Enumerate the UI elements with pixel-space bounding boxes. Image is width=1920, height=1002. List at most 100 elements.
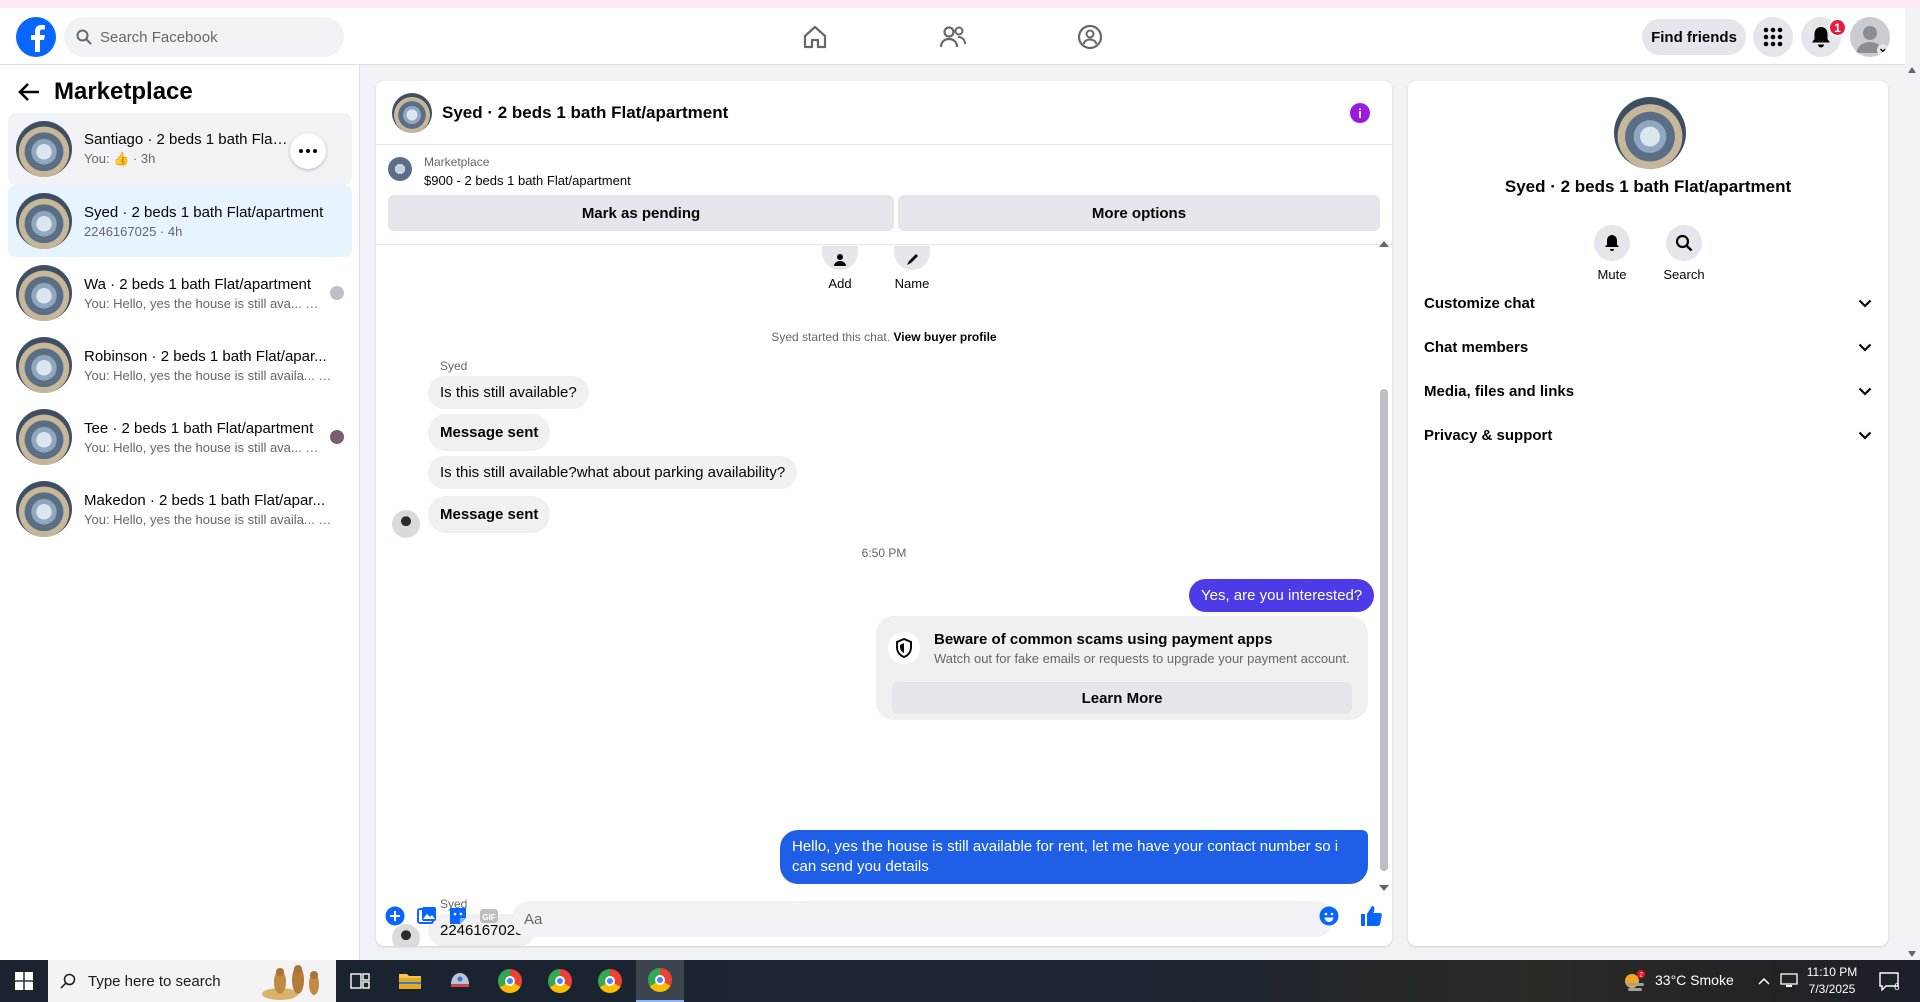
conversation-name: Wa · 2 beds 1 bath Flat/apartment [84,275,312,293]
chrome-profile-3-icon[interactable] [586,960,634,1002]
mark-as-pending-button[interactable]: Mark as pending [388,195,894,231]
nickname-action[interactable]: Name [882,246,942,291]
conversation-item-tee[interactable]: Tee · 2 beds 1 bath Flat/apartment You: … [8,401,352,473]
chat-members-row[interactable]: Chat members [1416,325,1880,369]
back-arrow-icon[interactable] [18,82,40,102]
network-icon[interactable] [1780,973,1798,989]
chrome-profile-m-icon[interactable] [486,960,534,1002]
plus-circle-icon[interactable] [384,905,406,927]
photo-gallery-icon[interactable] [416,905,438,927]
windows-start-icon[interactable] [0,960,48,1002]
conversation-preview: You: Hello, yes the house is still ava..… [84,439,322,455]
conversation-preview: 2246167025 · 4h [84,223,183,239]
facebook-search[interactable] [64,17,344,57]
message-timestamp: 6:50 PM [861,546,907,560]
search-in-chat-action[interactable]: Search [1654,225,1714,282]
weather-text[interactable]: 33°C Smoke [1655,972,1734,988]
emoji-icon[interactable] [1318,905,1340,927]
incoming-message[interactable]: Is this still available?what about parki… [428,456,798,489]
message-composer: GIF [376,889,1392,945]
incoming-message-sent-card[interactable]: Message sent [428,414,551,451]
conversation-item-syed[interactable]: Syed · 2 beds 1 bath Flat/apartment 2246… [8,185,352,257]
chevron-down-icon [1858,387,1872,396]
chat-details-panel: Syed · 2 beds 1 bath Flat/apartment Mute… [1408,81,1888,946]
pencil-icon [907,254,918,265]
listing-thumbnail [16,193,72,249]
sidebar-title: Marketplace [54,78,193,105]
scam-warning-description: Watch out for fake emails or requests to… [934,651,1350,666]
chrome-active-window-icon[interactable] [636,960,684,1002]
thread-scrollbar[interactable] [1378,241,1389,891]
chat-header: Syed · 2 beds 1 bath Flat/apartment i [376,81,1392,145]
weather-icon: 2 [1625,970,1645,991]
facebook-search-input[interactable] [100,28,320,46]
details-title: Syed · 2 beds 1 bath Flat/apartment [1504,177,1792,196]
shield-icon [888,632,920,664]
conversation-preview: You: Hello, yes the house is still avail… [84,511,334,527]
file-explorer-icon[interactable] [386,960,434,1002]
app-helmet-icon[interactable] [436,960,484,1002]
windows-taskbar: 2 33°C Smoke 11:10 PM 7/3/2025 6 [0,960,1920,1002]
conversation-item-robinson[interactable]: Robinson · 2 beds 1 bath Flat/apar... Yo… [8,329,352,401]
bell-icon [1605,235,1619,251]
top-navigation-bar: Find friends 1 [0,8,1905,65]
find-friends-button[interactable]: Find friends [1642,19,1746,55]
like-thumb-icon[interactable] [1358,903,1384,929]
listing-profile-thumbnail[interactable] [1614,97,1686,169]
scrollbar-thumb[interactable] [1380,389,1388,871]
chevron-down-icon [1858,299,1872,308]
search-icon [76,29,92,45]
sender-name: Syed [440,359,468,373]
listing-price[interactable]: $900 - 2 beds 1 bath Flat/apartment [424,173,631,188]
privacy-support-row[interactable]: Privacy & support [1416,413,1880,457]
conversation-item-wa[interactable]: Wa · 2 beds 1 bath Flat/apartment You: H… [8,257,352,329]
menu-grid-icon[interactable] [1753,17,1793,57]
scam-warning-title: Beware of common scams using payment app… [934,631,1273,648]
incoming-message[interactable]: Is this still available? [428,376,589,409]
task-view-icon[interactable] [336,960,384,1002]
gif-icon[interactable]: GIF [478,905,500,927]
listing-thumbnail [16,409,72,465]
conversation-item-santiago[interactable]: Santiago · 2 beds 1 bath Flat/ap... You:… [8,113,352,185]
message-input[interactable] [512,901,1334,937]
more-options-button[interactable]: More options [898,195,1380,231]
chevron-down-icon [1858,431,1872,440]
svg-text:GIF: GIF [482,913,495,922]
conversation-item-makedon[interactable]: Makedon · 2 beds 1 bath Flat/apar... You… [8,473,352,545]
view-buyer-profile-link[interactable]: View buyer profile [893,330,996,344]
groups-icon[interactable] [1074,21,1106,53]
sticker-icon[interactable] [447,905,469,927]
conversation-name: Tee · 2 beds 1 bath Flat/apartment [84,419,314,437]
friends-icon[interactable] [937,21,969,53]
incoming-message-sent-card[interactable]: Message sent [428,496,551,533]
taskbar-search-input[interactable] [88,972,248,990]
customize-chat-row[interactable]: Customize chat [1416,281,1880,325]
sidebar-header: Marketplace [18,77,193,107]
sender-avatar[interactable] [392,510,420,538]
more-options-icon[interactable] [290,133,326,169]
chat-listing-thumbnail[interactable] [392,92,432,133]
chevron-up-icon[interactable] [1758,977,1770,985]
outgoing-message[interactable]: Yes, are you interested? [1189,579,1375,612]
add-friend-action[interactable]: Add [810,246,870,291]
chrome-profile-2-icon[interactable] [536,960,584,1002]
chevron-down-icon [1858,343,1872,352]
listing-thumbnail [16,481,72,537]
facebook-logo-icon[interactable] [16,17,56,57]
chat-title[interactable]: Syed · 2 beds 1 bath Flat/apartment [442,103,728,123]
chat-started-notice: Syed started this chat. View buyer profi… [771,330,997,344]
learn-more-button[interactable]: Learn More [892,682,1352,714]
action-center-count: 6 [1894,982,1900,993]
home-icon[interactable] [799,21,831,53]
conversation-preview: You: Hello, yes the house is still avail… [84,367,334,383]
outgoing-message[interactable]: Hello, yes the house is still available … [780,830,1368,884]
taskbar-search[interactable] [48,960,336,1002]
seen-avatar-icon [330,286,344,300]
seen-avatar-icon [330,430,344,444]
page-scrollbar[interactable] [1905,65,1920,960]
taskbar-clock[interactable]: 11:10 PM 7/3/2025 [1800,964,1864,998]
info-icon[interactable]: i [1350,103,1370,123]
media-files-links-row[interactable]: Media, files and links [1416,369,1880,413]
account-avatar[interactable] [1850,17,1890,57]
mute-action[interactable]: Mute [1582,225,1642,282]
